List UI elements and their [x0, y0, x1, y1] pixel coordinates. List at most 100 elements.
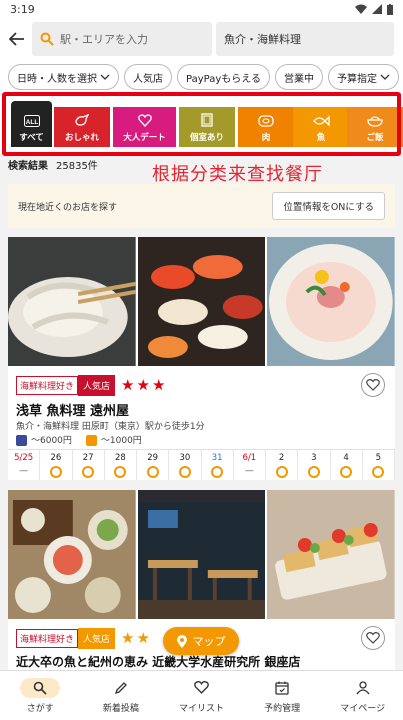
sun-icon [85, 435, 97, 446]
genre-search-input[interactable]: 魚介・海鮮料理 [216, 22, 394, 56]
tab-my-page[interactable]: マイページ [322, 671, 403, 720]
restaurant-photos [8, 237, 396, 366]
category-label: 肉 [261, 133, 271, 143]
tab-label: 新着投稿 [102, 703, 139, 714]
results-count: 25835件 [56, 161, 98, 172]
star-rating: ★ ★ ★ [121, 378, 165, 393]
restaurant-photo[interactable] [8, 490, 136, 619]
unavailable-dash-icon: — [19, 466, 29, 476]
category-label: 大人デート [123, 133, 166, 143]
star-rating: ★ ★ [121, 631, 150, 646]
star-icon: ★ [121, 629, 135, 647]
calendar-day[interactable]: 26 [40, 450, 73, 480]
heart-icon [366, 632, 380, 644]
map-button[interactable]: マップ [163, 627, 239, 655]
signal-icon [372, 4, 382, 14]
star-icon: ★ [136, 376, 150, 394]
category-tab-fish[interactable]: 魚 [293, 107, 349, 147]
area-search-input[interactable]: 駅・エリアを入力 [32, 22, 212, 56]
tab-icon-wrap [262, 678, 302, 698]
tab-icon-wrap [343, 678, 383, 698]
search-icon [40, 32, 54, 46]
available-circle-icon [211, 466, 224, 478]
status-bar: 3:19 [0, 0, 403, 18]
tab-my-list[interactable]: マイリスト [161, 671, 242, 720]
status-time: 3:19 [10, 2, 35, 16]
filter-chips: 日時・人数を選択 人気店 PayPayもらえる 営業中 予算指定 [0, 60, 403, 94]
category-label: 魚 [316, 133, 326, 143]
category-tab-rice[interactable]: ご飯 [347, 107, 403, 147]
location-text: 現在地近くのお店を探す [18, 202, 118, 213]
search-bar: 駅・エリアを入力 魚介・海鮮料理 [0, 18, 403, 60]
category-tab-meat[interactable]: 肉 [238, 107, 294, 147]
calendar-day[interactable]: 29 [137, 450, 170, 480]
restaurant-card[interactable]: 海鮮料理好き 人気店 ★ ★ ★ 浅草 魚料理 遠州屋 魚介・海鮮料理 田原町（… [8, 237, 396, 480]
search-icon [33, 681, 47, 695]
category-tab-all[interactable]: ALL すべて [11, 101, 52, 147]
filter-budget[interactable]: 予算指定 [327, 64, 399, 90]
category-tab-adult-date[interactable]: 大人デート [113, 107, 176, 147]
heart-icon [137, 114, 152, 127]
restaurant-info: 魚介・海鮮料理 田原町（東京）駅から徒歩1分 [16, 422, 205, 432]
bottom-nav: さがす 新着投稿 マイリスト 予約管理 マイページ [0, 670, 403, 720]
calendar-day[interactable]: 31 [202, 450, 234, 480]
tab-label: さがす [26, 703, 54, 714]
calendar-date: 4 [343, 453, 349, 463]
tab-reservations[interactable]: 予約管理 [242, 671, 323, 720]
door-icon [201, 113, 213, 127]
star-icon: ★ [121, 376, 135, 394]
tab-icon-wrap [181, 678, 221, 698]
calendar-day[interactable]: 28 [105, 450, 137, 480]
heart-icon [194, 681, 209, 694]
badges: 海鮮料理好き 人気店 ★ ★ [16, 628, 150, 649]
restaurant-photo[interactable] [267, 237, 396, 366]
tab-new-posts[interactable]: 新着投稿 [81, 671, 162, 720]
enable-location-button[interactable]: 位置情報をONにする [272, 192, 385, 220]
filter-open-now[interactable]: 営業中 [274, 64, 323, 90]
filter-popular[interactable]: 人気店 [124, 64, 172, 90]
area-search-placeholder: 駅・エリアを入力 [60, 33, 148, 46]
category-tabs: ALL すべて おしゃれ 大人デート 個室あり 肉 魚 ご飯 [0, 95, 403, 153]
all-icon: ALL [23, 115, 40, 127]
svg-text:ALL: ALL [25, 119, 38, 126]
restaurant-photo[interactable] [137, 237, 266, 366]
restaurant-name[interactable]: 浅草 魚料理 遠州屋 [16, 400, 129, 419]
available-circle-icon [49, 466, 62, 478]
filter-label: 日時・人数を選択 [17, 73, 97, 85]
favorite-button[interactable] [361, 626, 385, 650]
category-tab-private-room[interactable]: 個室あり [179, 107, 235, 147]
filter-paypay[interactable]: PayPayもらえる [177, 64, 270, 90]
dinner-price: ～6000円 [16, 433, 72, 446]
calendar-day[interactable]: 3 [298, 450, 331, 480]
restaurant-photo[interactable] [137, 490, 266, 619]
calendar-date: 2 [278, 453, 285, 463]
calendar-date: 5 [375, 453, 382, 463]
restaurant-photo[interactable] [8, 237, 136, 366]
calendar-day[interactable]: 5/25 — [8, 450, 41, 480]
back-button[interactable] [6, 28, 28, 50]
available-circle-icon [340, 466, 353, 478]
category-tab-stylish[interactable]: おしゃれ [54, 107, 110, 147]
restaurant-name[interactable]: 近大卒の魚と紀州の恵み 近畿大学水産研究所 銀座店 [16, 653, 300, 670]
dinner-price-value: ～6000円 [31, 436, 72, 446]
badges: 海鮮料理好き 人気店 ★ ★ ★ [16, 375, 165, 396]
person-icon [356, 680, 370, 694]
calendar-day[interactable]: 27 [73, 450, 105, 480]
pen-icon [114, 681, 127, 694]
filter-datetime-people[interactable]: 日時・人数を選択 [8, 64, 119, 90]
heart-icon [366, 379, 380, 391]
chevron-down-icon [380, 74, 390, 80]
tab-search[interactable]: さがす [0, 671, 81, 720]
tab-label: マイリスト [178, 703, 224, 714]
map-button-label: マップ [192, 635, 226, 648]
calendar-day[interactable]: 6/1 — [234, 450, 266, 480]
restaurant-photo[interactable] [267, 490, 396, 619]
calendar-day[interactable]: 2 [266, 450, 299, 480]
calendar-day[interactable]: 4 [331, 450, 363, 480]
wifi-icon [355, 4, 367, 14]
available-circle-icon [146, 466, 159, 478]
calendar-day[interactable]: 5 [363, 450, 395, 480]
calendar-day[interactable]: 30 [169, 450, 202, 480]
calendar-date: 3 [311, 453, 317, 463]
favorite-button[interactable] [361, 373, 385, 397]
